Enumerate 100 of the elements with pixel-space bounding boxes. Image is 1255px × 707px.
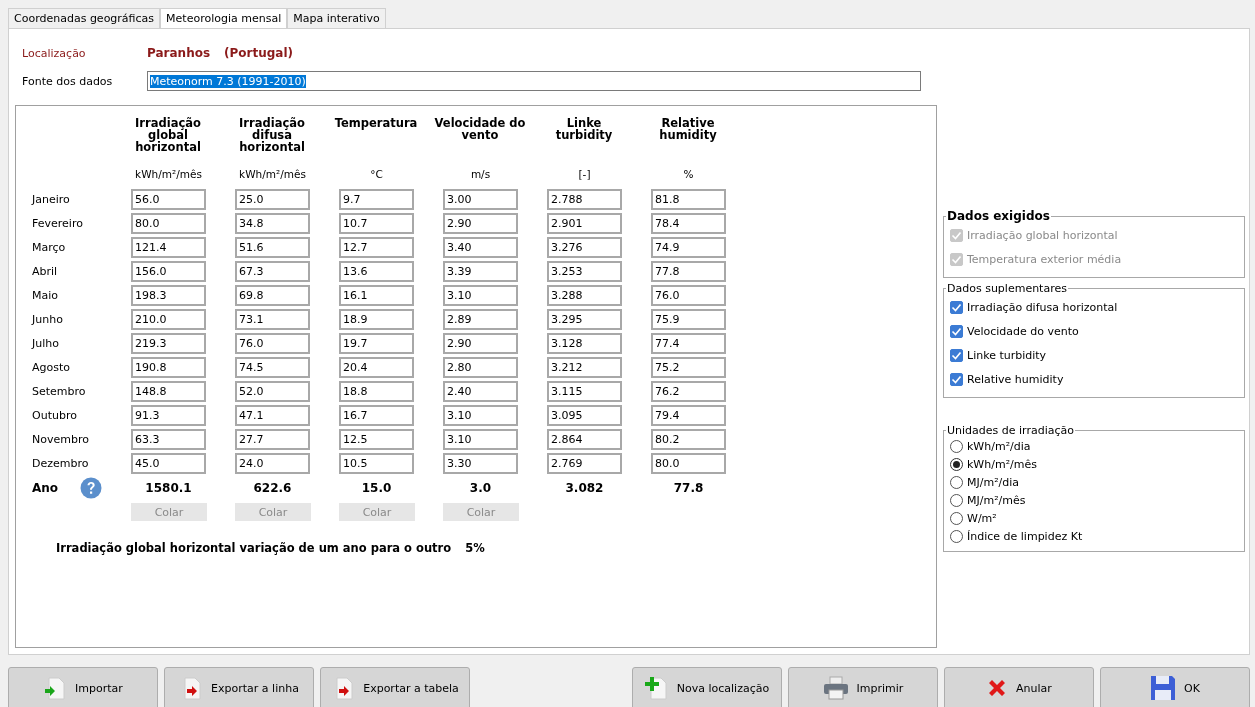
value-field[interactable]: 190.8 <box>131 356 206 378</box>
value-field[interactable]: 76.0 <box>235 332 310 354</box>
value-field[interactable]: 3.10 <box>443 404 518 426</box>
value-field[interactable]: 3.115 <box>547 380 622 402</box>
value-field[interactable]: 2.40 <box>443 380 518 402</box>
radio-button[interactable] <box>950 493 963 507</box>
value-field[interactable]: 16.7 <box>339 404 414 426</box>
value-field[interactable]: 69.8 <box>235 284 310 306</box>
value-field[interactable]: 198.3 <box>131 284 206 306</box>
value-field[interactable]: 80.0 <box>131 212 206 234</box>
action-button[interactable]: Anular <box>944 667 1094 707</box>
value-field[interactable]: 2.90 <box>443 332 518 354</box>
value-field[interactable]: 74.9 <box>651 236 726 258</box>
tab[interactable]: Meteorologia mensal <box>160 8 288 28</box>
value-field[interactable]: 148.8 <box>131 380 206 402</box>
action-button[interactable]: Imprimir <box>788 667 938 707</box>
value-field[interactable]: 20.4 <box>339 356 414 378</box>
checkbox[interactable] <box>950 372 963 386</box>
value-field[interactable]: 80.0 <box>651 452 726 474</box>
radio-button[interactable] <box>950 475 963 489</box>
source-field[interactable]: Meteonorm 7.3 (1991-2010) <box>147 71 921 91</box>
value-field[interactable]: 12.5 <box>339 428 414 450</box>
radio-button[interactable] <box>950 457 963 471</box>
value-field[interactable]: 56.0 <box>131 188 206 210</box>
value-field[interactable]: 73.1 <box>235 308 310 330</box>
value-field[interactable]: 156.0 <box>131 260 206 282</box>
value-field[interactable]: 18.8 <box>339 380 414 402</box>
checkbox[interactable] <box>950 348 963 362</box>
value-field[interactable]: 18.9 <box>339 308 414 330</box>
value-field[interactable]: 3.276 <box>547 236 622 258</box>
radio-label: Índice de limpidez Kt <box>967 529 1083 543</box>
column-total: 1580.1 <box>144 481 193 495</box>
checkbox[interactable] <box>950 300 963 314</box>
value-field[interactable]: 76.0 <box>651 284 726 306</box>
value-field[interactable]: 2.89 <box>443 308 518 330</box>
checkbox[interactable] <box>950 324 963 338</box>
value-field[interactable]: 3.295 <box>547 308 622 330</box>
radio-button[interactable] <box>950 439 963 453</box>
value-field[interactable]: 76.2 <box>651 380 726 402</box>
value-field[interactable]: 77.8 <box>651 260 726 282</box>
value-field[interactable]: 52.0 <box>235 380 310 402</box>
value-field[interactable]: 3.095 <box>547 404 622 426</box>
value-field[interactable]: 3.00 <box>443 188 518 210</box>
value-field[interactable]: 19.7 <box>339 332 414 354</box>
value-field[interactable]: 74.5 <box>235 356 310 378</box>
value-field[interactable]: 24.0 <box>235 452 310 474</box>
action-button[interactable]: OK <box>1100 667 1250 707</box>
action-button[interactable]: Exportar a linha <box>164 667 314 707</box>
value-field[interactable]: 12.7 <box>339 236 414 258</box>
value-field[interactable]: 3.212 <box>547 356 622 378</box>
tab[interactable]: Mapa interativo <box>287 8 386 28</box>
value-field[interactable]: 77.4 <box>651 332 726 354</box>
value-field[interactable]: 78.4 <box>651 212 726 234</box>
value-field[interactable]: 210.0 <box>131 308 206 330</box>
value-field[interactable]: 2.788 <box>547 188 622 210</box>
value-field[interactable]: 75.9 <box>651 308 726 330</box>
value-field[interactable]: 47.1 <box>235 404 310 426</box>
save-icon <box>1150 675 1177 701</box>
value-field[interactable]: 80.2 <box>651 428 726 450</box>
action-button[interactable]: Nova localização <box>632 667 782 707</box>
value-field[interactable]: 51.6 <box>235 236 310 258</box>
value-field[interactable]: 3.10 <box>443 428 518 450</box>
action-button[interactable]: Importar <box>8 667 158 707</box>
value-field[interactable]: 75.2 <box>651 356 726 378</box>
value-field[interactable]: 16.1 <box>339 284 414 306</box>
value-field[interactable]: 81.8 <box>651 188 726 210</box>
value-field[interactable]: 13.6 <box>339 260 414 282</box>
value-field[interactable]: 3.30 <box>443 452 518 474</box>
value-field[interactable]: 2.864 <box>547 428 622 450</box>
radio-button[interactable] <box>950 529 963 543</box>
value-field[interactable]: 63.3 <box>131 428 206 450</box>
value-field[interactable]: 67.3 <box>235 260 310 282</box>
month-label: Novembro <box>32 432 89 446</box>
value-field[interactable]: 34.8 <box>235 212 310 234</box>
value-field[interactable]: 3.253 <box>547 260 622 282</box>
value-field[interactable]: 2.769 <box>547 452 622 474</box>
value-field[interactable]: 3.39 <box>443 260 518 282</box>
value-field[interactable]: 2.901 <box>547 212 622 234</box>
tab[interactable]: Coordenadas geográficas <box>8 8 161 28</box>
value-field[interactable]: 91.3 <box>131 404 206 426</box>
value-field[interactable]: 27.7 <box>235 428 310 450</box>
value-field[interactable]: 3.128 <box>547 332 622 354</box>
value-field[interactable]: 3.10 <box>443 284 518 306</box>
value-field[interactable]: 3.40 <box>443 236 518 258</box>
value-field[interactable]: 219.3 <box>131 332 206 354</box>
value-field[interactable]: 121.4 <box>131 236 206 258</box>
radio-button[interactable] <box>950 511 963 525</box>
value-field[interactable]: 45.0 <box>131 452 206 474</box>
value-field[interactable]: 9.7 <box>339 188 414 210</box>
action-button[interactable]: Exportar a tabela <box>320 667 470 707</box>
column-unit: m/s <box>469 168 492 180</box>
value-field[interactable]: 10.7 <box>339 212 414 234</box>
value-field[interactable]: 25.0 <box>235 188 310 210</box>
help-icon[interactable] <box>80 477 103 499</box>
value-field[interactable]: 79.4 <box>651 404 726 426</box>
value-field[interactable]: 2.80 <box>443 356 518 378</box>
radio-label: kWh/m²/mês <box>967 457 1037 471</box>
value-field[interactable]: 3.288 <box>547 284 622 306</box>
value-field[interactable]: 2.90 <box>443 212 518 234</box>
value-field[interactable]: 10.5 <box>339 452 414 474</box>
